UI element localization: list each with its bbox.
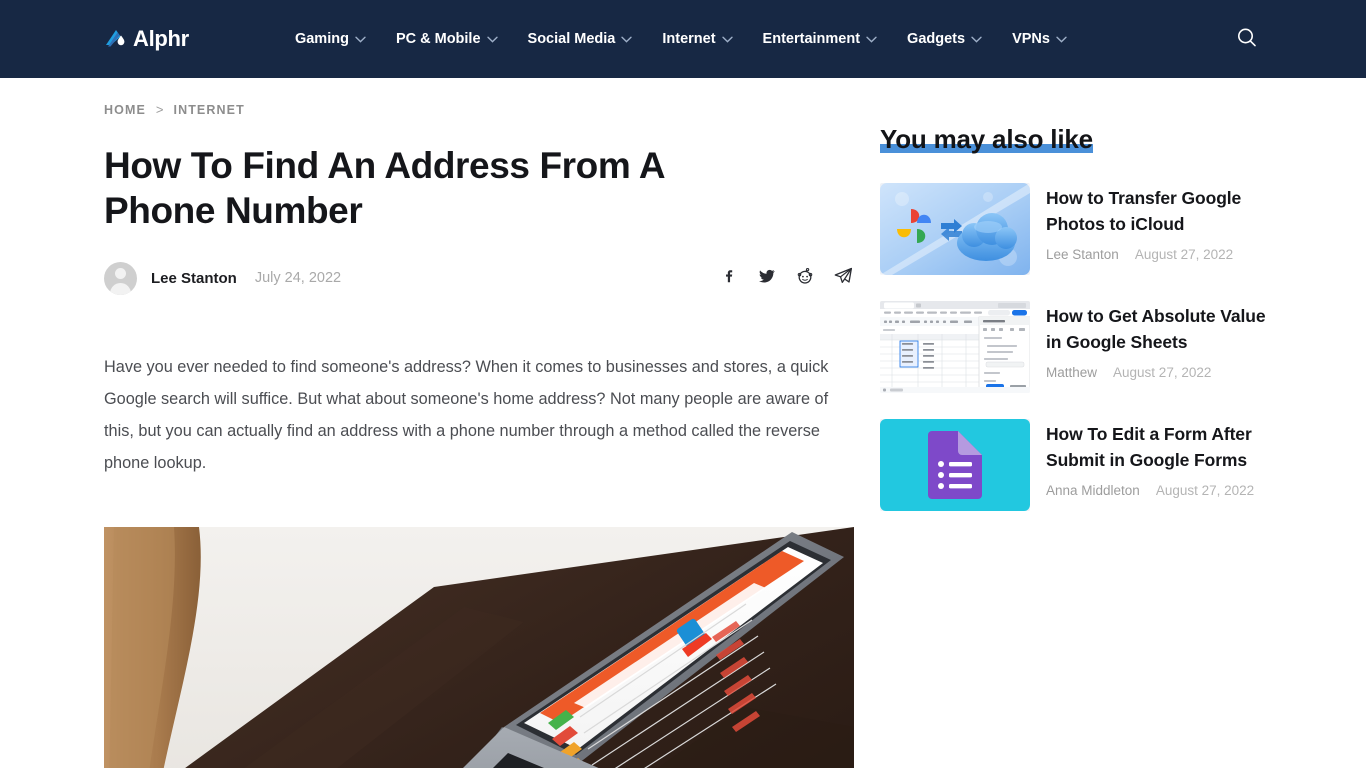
share-buttons: [720, 265, 854, 291]
list-item-author: Matthew: [1046, 365, 1098, 380]
nav-item-internet[interactable]: Internet: [662, 31, 733, 47]
list-item-meta: Matthew August 27, 2022: [1046, 365, 1276, 380]
nav-item-gaming[interactable]: Gaming: [295, 31, 366, 47]
article-byline: Lee Stanton July 24, 2022: [104, 261, 854, 295]
article-author[interactable]: Lee Stanton: [151, 270, 237, 287]
breadcrumb: HOME > INTERNET: [104, 78, 854, 123]
breadcrumb-internet[interactable]: INTERNET: [174, 103, 245, 117]
nav-item-entertainment[interactable]: Entertainment: [763, 31, 878, 47]
avatar: [104, 261, 137, 295]
twitter-icon[interactable]: [757, 266, 777, 291]
facebook-icon[interactable]: [720, 266, 739, 290]
list-item-date: August 27, 2022: [1155, 483, 1255, 498]
sidebar: You may also like How to Transfer Google…: [880, 78, 1276, 768]
nav-label: Gadgets: [907, 31, 966, 47]
related-articles-list: How to Transfer Google Photos to iCloud …: [880, 183, 1276, 511]
main-navigation: Gaming PC & Mobile Social Media Internet…: [295, 31, 1067, 47]
search-button[interactable]: [1232, 24, 1262, 54]
main-column: HOME > INTERNET How To Find An Address F…: [104, 78, 854, 768]
article-date: July 24, 2022: [254, 270, 342, 286]
list-item[interactable]: How to Transfer Google Photos to iCloud …: [880, 183, 1276, 275]
reddit-icon[interactable]: [795, 266, 815, 291]
chevron-down-icon: [866, 36, 877, 43]
chevron-down-icon: [971, 36, 982, 43]
google-photos-to-icloud-thumbnail-icon: [880, 183, 1030, 275]
chevron-down-icon: [355, 36, 366, 43]
chevron-down-icon: [486, 36, 498, 43]
nav-item-social-media[interactable]: Social Media: [528, 31, 633, 47]
list-item-meta: Anna Middleton August 27, 2022: [1046, 483, 1276, 498]
list-item-date: August 27, 2022: [1113, 365, 1212, 380]
chevron-down-icon: [721, 36, 733, 43]
nav-label: Social Media: [527, 31, 616, 47]
alphr-droplet-logo-icon: [104, 28, 126, 50]
list-item[interactable]: How To Edit a Form After Submit in Googl…: [880, 419, 1276, 511]
list-item-title: How To Edit a Form After Submit in Googl…: [1046, 424, 1252, 470]
list-item-body: How to Transfer Google Photos to iCloud …: [1046, 183, 1276, 275]
breadcrumb-separator: >: [155, 102, 164, 117]
list-item-meta: Lee Stanton August 27, 2022: [1046, 247, 1276, 262]
article-hero-image: [104, 527, 854, 768]
list-item[interactable]: How to Get Absolute Value in Google Shee…: [880, 301, 1276, 393]
nav-label: Internet: [662, 31, 716, 47]
search-icon: [1235, 26, 1259, 53]
chevron-down-icon: [621, 36, 633, 43]
sidebar-heading: You may also like: [880, 124, 1093, 154]
chevron-down-icon: [1056, 36, 1067, 43]
site-logo[interactable]: Alphr: [104, 26, 189, 52]
list-item-body: How To Edit a Form After Submit in Googl…: [1046, 419, 1276, 511]
nav-item-vpns[interactable]: VPNs: [1012, 31, 1067, 47]
google-sheets-screenshot-thumbnail-icon: [880, 301, 1030, 393]
list-item-body: How to Get Absolute Value in Google Shee…: [1046, 301, 1276, 393]
list-item-author: Lee Stanton: [1046, 247, 1119, 262]
site-header: Alphr Gaming PC & Mobile Social Media In…: [0, 0, 1366, 78]
sidebar-heading-wrap: You may also like: [880, 124, 1093, 155]
page-body: HOME > INTERNET How To Find An Address F…: [0, 78, 1366, 768]
page-title: How To Find An Address From A Phone Numb…: [104, 145, 664, 231]
list-item-title: How to Transfer Google Photos to iCloud: [1046, 188, 1242, 234]
article-lede: Have you ever needed to find someone's a…: [104, 358, 829, 472]
list-item-date: August 27, 2022: [1134, 247, 1234, 262]
breadcrumb-home[interactable]: HOME: [104, 103, 146, 117]
nav-label: PC & Mobile: [395, 31, 481, 47]
nav-label: VPNs: [1012, 31, 1050, 47]
list-item-title: How to Get Absolute Value in Google Shee…: [1046, 306, 1266, 352]
nav-label: Entertainment: [762, 31, 861, 47]
nav-label: Gaming: [294, 31, 349, 47]
nav-item-gadgets[interactable]: Gadgets: [907, 31, 982, 47]
logo-text: Alphr: [133, 26, 189, 51]
list-item-author: Anna Middleton: [1046, 483, 1140, 498]
nav-item-pc-mobile[interactable]: PC & Mobile: [396, 31, 498, 47]
google-forms-icon-thumbnail-icon: [880, 419, 1030, 511]
telegram-icon[interactable]: [833, 265, 854, 291]
